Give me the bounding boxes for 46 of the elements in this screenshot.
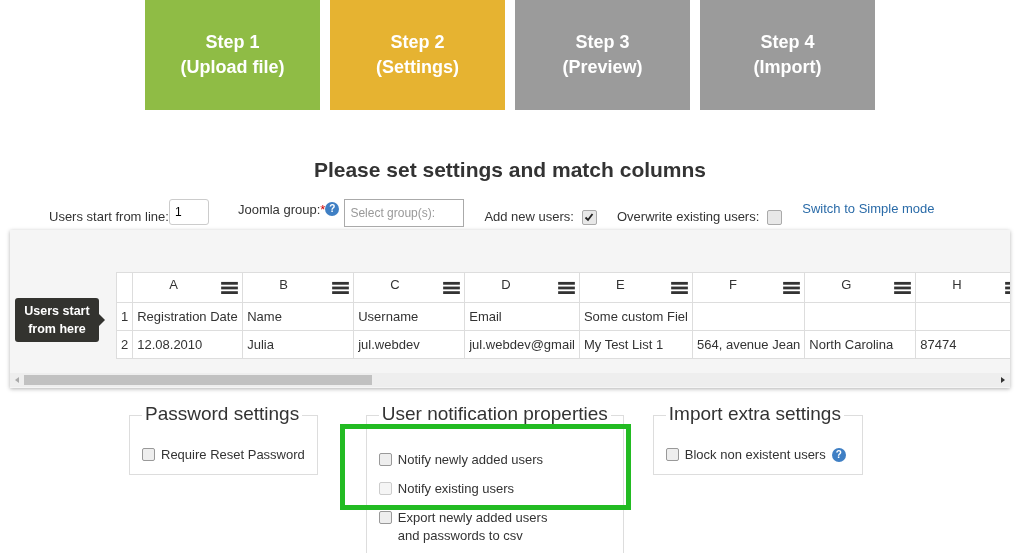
page-heading: Please set settings and match columns: [312, 157, 708, 183]
table-cell: Email: [464, 302, 580, 331]
column-header[interactable]: B: [242, 272, 354, 303]
step-title: Step 3: [575, 31, 630, 54]
step-subtitle: (Upload file): [180, 56, 285, 79]
option-label: Notify existing users: [397, 480, 515, 498]
simple-mode-link[interactable]: Switch to Simple mode: [802, 201, 935, 216]
help-icon[interactable]: ?: [325, 202, 340, 216]
column-header[interactable]: G: [804, 272, 916, 303]
table-cell: Julia: [242, 330, 354, 359]
table-cell: jul.webdev@gmail: [464, 330, 580, 359]
option-label: Block non existent users: [684, 446, 826, 464]
step-title: Step 4: [760, 31, 815, 54]
table-cell: 12.08.2010: [132, 330, 243, 359]
overwrite-label: Overwrite existing users:: [617, 208, 760, 224]
step-subtitle: (Preview): [562, 56, 643, 79]
table-cell: Name: [242, 302, 354, 331]
column-header[interactable]: D: [464, 272, 580, 303]
help-icon[interactable]: ?: [831, 448, 846, 462]
option-label: Require Reset Password: [161, 446, 305, 464]
start-line-label: Users start from line:: [49, 208, 169, 224]
table-cell: Username: [353, 302, 465, 331]
step-subtitle: (Import): [753, 56, 822, 79]
table-cell: jul.webdev: [353, 330, 465, 359]
add-new-label: Add new users:: [484, 208, 574, 224]
step-title: Step 2: [390, 31, 445, 54]
step-subtitle: (Settings): [376, 56, 459, 79]
group-label: Joomla group:*: [237, 202, 326, 217]
option-label: Export newly added users and passwords to csv: [397, 509, 549, 545]
table-cell: Some custom Fiel: [579, 302, 693, 331]
column-header[interactable]: C: [353, 272, 465, 303]
step-title: Step 1: [205, 31, 260, 54]
start-line-field[interactable]: 1: [168, 199, 209, 225]
table-cell: Registration Date: [132, 302, 243, 331]
table-cell: My Test List 1: [579, 330, 693, 359]
option-label: Notify newly added users: [397, 451, 544, 469]
table-cell: North Carolina: [804, 330, 916, 359]
column-header[interactable]: A: [132, 272, 243, 303]
column-header[interactable]: E: [579, 272, 693, 303]
start-tooltip: Users start from here: [15, 297, 99, 342]
row-number: 1: [116, 302, 133, 331]
group-select-field[interactable]: Select group(s):: [344, 199, 465, 227]
column-header[interactable]: F: [692, 272, 805, 303]
row-number: 2: [116, 330, 133, 359]
column-header[interactable]: H: [915, 272, 1010, 303]
table-cell: 564, avenue Jean: [692, 330, 805, 359]
